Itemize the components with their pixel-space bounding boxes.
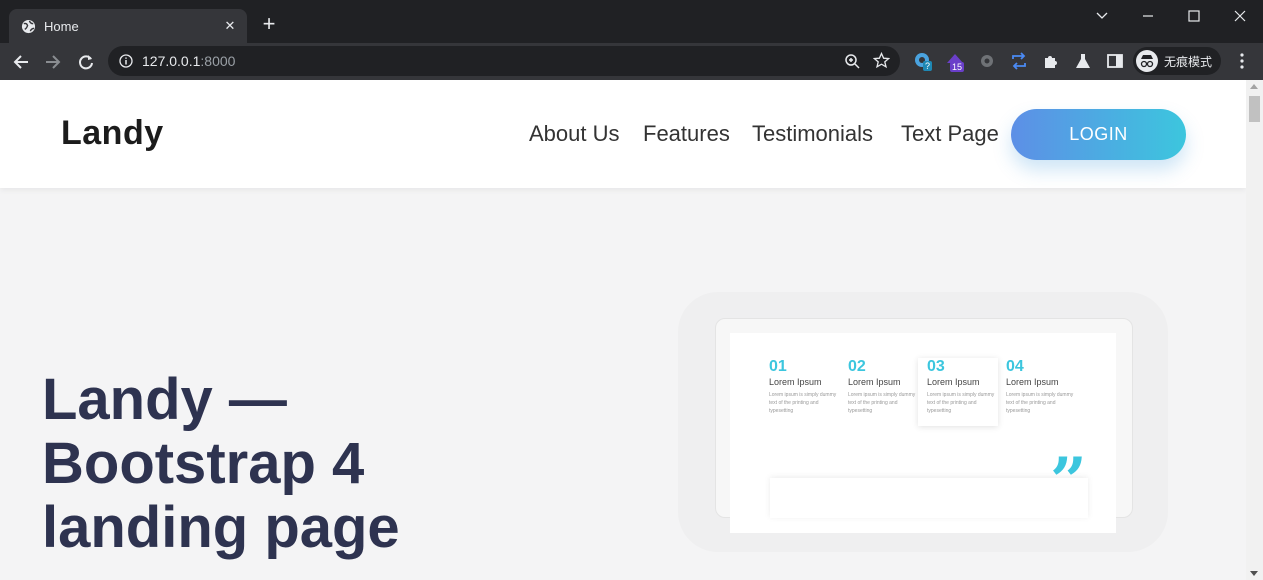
site-logo[interactable]: Landy bbox=[61, 114, 164, 153]
info-icon[interactable] bbox=[119, 54, 133, 68]
nav-testimonials[interactable]: Testimonials bbox=[752, 121, 873, 147]
new-tab-button[interactable]: + bbox=[258, 13, 280, 36]
url-port: :8000 bbox=[200, 53, 236, 69]
close-tab-icon[interactable]: ✕ bbox=[221, 17, 239, 35]
step-text: Lorem ipsum is simply dummy text of the … bbox=[848, 392, 916, 414]
testimonial-card bbox=[770, 478, 1088, 518]
step-item: 03 Lorem Ipsum Lorem ipsum is simply dum… bbox=[927, 358, 1007, 415]
browser-menu-button[interactable] bbox=[1232, 51, 1252, 71]
step-number: 04 bbox=[1006, 358, 1024, 375]
quote-icon: ” bbox=[1050, 444, 1087, 519]
step-label: Lorem Ipsum bbox=[769, 377, 822, 387]
close-window-button[interactable] bbox=[1217, 0, 1263, 32]
reload-button[interactable] bbox=[73, 49, 99, 75]
step-label: Lorem Ipsum bbox=[1006, 377, 1059, 387]
tab-search-button[interactable] bbox=[1079, 0, 1125, 32]
page-scrollbar[interactable] bbox=[1246, 80, 1263, 580]
zoom-icon[interactable] bbox=[844, 53, 860, 69]
side-panel-icon[interactable] bbox=[1105, 51, 1125, 71]
extension-2-icon[interactable]: 15 bbox=[945, 51, 965, 72]
scroll-down-arrow-icon[interactable] bbox=[1250, 571, 1258, 576]
tab-strip: Home ✕ + bbox=[0, 0, 1263, 43]
scroll-up-arrow-icon[interactable] bbox=[1250, 84, 1258, 89]
browser-toolbar: 127.0.0.1:8000 ? 15 无痕模式 bbox=[0, 43, 1263, 80]
step-label: Lorem Ipsum bbox=[927, 377, 980, 387]
extension-1-icon[interactable]: ? bbox=[913, 51, 933, 71]
extension-1-badge: ? bbox=[923, 61, 933, 71]
flask-icon[interactable] bbox=[1073, 51, 1093, 71]
globe-icon bbox=[21, 19, 36, 34]
step-text: Lorem ipsum is simply dummy text of the … bbox=[927, 392, 995, 414]
step-item: 04 Lorem Ipsum Lorem ipsum is simply dum… bbox=[1006, 358, 1086, 415]
step-number: 03 bbox=[927, 358, 945, 375]
maximize-button[interactable] bbox=[1171, 0, 1217, 32]
login-button[interactable]: LOGIN bbox=[1011, 109, 1186, 160]
gear-extension-icon[interactable] bbox=[977, 51, 997, 71]
step-item: 01 Lorem Ipsum Lorem ipsum is simply dum… bbox=[769, 358, 849, 415]
more-vert-icon bbox=[1240, 53, 1244, 69]
back-button[interactable] bbox=[8, 49, 34, 75]
tab-title: Home bbox=[44, 19, 79, 34]
nav-text-page[interactable]: Text Page bbox=[901, 121, 999, 147]
scrollbar-thumb[interactable] bbox=[1249, 96, 1260, 122]
nav-about-us[interactable]: About Us bbox=[529, 121, 620, 147]
step-number: 01 bbox=[769, 358, 787, 375]
page-viewport: Landy About Us Features Testimonials Tex… bbox=[0, 80, 1246, 580]
step-text: Lorem ipsum is simply dummy text of the … bbox=[769, 392, 837, 414]
forward-button[interactable] bbox=[40, 49, 66, 75]
address-bar[interactable]: 127.0.0.1:8000 bbox=[108, 46, 900, 76]
extension-2-badge: 15 bbox=[950, 62, 965, 72]
bookmark-star-icon[interactable] bbox=[873, 52, 890, 69]
maximize-icon bbox=[1188, 10, 1200, 22]
chevron-down-icon bbox=[1096, 12, 1108, 19]
arrow-left-icon bbox=[13, 55, 28, 69]
incognito-icon bbox=[1136, 50, 1158, 72]
puzzle-icon[interactable] bbox=[1041, 51, 1061, 71]
step-item: 02 Lorem Ipsum Lorem ipsum is simply dum… bbox=[848, 358, 928, 415]
url-text[interactable]: 127.0.0.1:8000 bbox=[142, 53, 235, 69]
nav-features[interactable]: Features bbox=[643, 121, 730, 147]
site-header: Landy About Us Features Testimonials Tex… bbox=[0, 80, 1246, 188]
tab-home[interactable]: Home ✕ bbox=[9, 9, 247, 43]
repeat-extension-icon[interactable] bbox=[1009, 51, 1029, 71]
reload-icon bbox=[79, 55, 93, 70]
minimize-icon bbox=[1143, 15, 1153, 17]
close-icon bbox=[1234, 10, 1246, 22]
arrow-right-icon bbox=[46, 55, 61, 69]
step-label: Lorem Ipsum bbox=[848, 377, 901, 387]
minimize-button[interactable] bbox=[1125, 0, 1171, 32]
step-number: 02 bbox=[848, 358, 866, 375]
incognito-profile-button[interactable]: 无痕模式 bbox=[1133, 47, 1221, 75]
step-text: Lorem ipsum is simply dummy text of the … bbox=[1006, 392, 1074, 414]
hero-title: Landy — Bootstrap 4 landing page bbox=[42, 367, 400, 560]
url-host: 127.0.0.1 bbox=[142, 53, 201, 69]
incognito-label: 无痕模式 bbox=[1164, 55, 1213, 69]
